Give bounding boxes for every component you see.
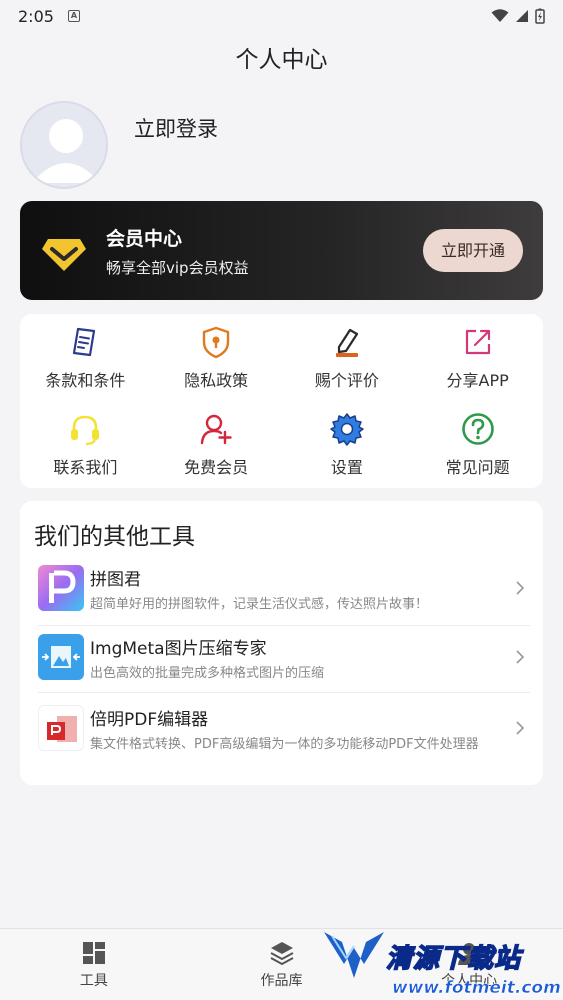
vip-card[interactable]: 会员中心 畅享全部vip会员权益 立即开通 bbox=[20, 201, 543, 300]
page-title: 个人中心 bbox=[235, 47, 328, 73]
function-grid: 条款和条件 隐私政策 赐个评价 分享APP 联系我们 免费会员 设置 常见问题 bbox=[20, 314, 543, 488]
grid-label-settings: 设置 bbox=[330, 457, 363, 477]
tool-item-collage[interactable]: 拼图君 超简单好用的拼图软件，记录生活仪式感，传达照片故事！ bbox=[38, 565, 530, 626]
nav-label-tools: 工具 bbox=[79, 972, 108, 989]
tool-name: 拼图君 bbox=[90, 570, 141, 590]
grid-item-privacy[interactable]: 隐私政策 bbox=[151, 314, 282, 401]
tool-desc: 出色高效的批量完成多种格式图片的压缩 bbox=[90, 666, 325, 681]
grid-item-contact[interactable]: 联系我们 bbox=[20, 401, 151, 488]
login-link[interactable]: 立即登录 bbox=[134, 113, 218, 143]
document-icon bbox=[73, 327, 96, 356]
vip-diamond-icon bbox=[42, 238, 86, 271]
chevron-right-icon bbox=[510, 565, 530, 611]
headset-icon bbox=[71, 415, 100, 445]
grid-tools-icon bbox=[82, 941, 105, 964]
tool-name: ImgMeta图片压缩专家 bbox=[90, 639, 267, 659]
question-icon bbox=[461, 412, 494, 445]
status-icons bbox=[491, 8, 545, 24]
grid-label-terms: 条款和条件 bbox=[45, 370, 126, 390]
pdf-editor-app-icon bbox=[38, 705, 84, 751]
image-compress-app-icon bbox=[38, 634, 84, 680]
status-bar: 2:05 A bbox=[0, 0, 563, 32]
avatar[interactable] bbox=[20, 101, 108, 189]
grid-item-faq[interactable]: 常见问题 bbox=[412, 401, 543, 488]
grid-item-rate[interactable]: 赐个评价 bbox=[282, 314, 413, 401]
layers-icon bbox=[270, 941, 293, 965]
chevron-right-icon bbox=[510, 634, 530, 680]
bottom-nav: 工具 作品库 个人中心 bbox=[0, 928, 563, 1000]
grid-label-rate: 赐个评价 bbox=[314, 370, 379, 390]
gear-icon bbox=[330, 412, 364, 446]
grid-label-share: 分享APP bbox=[446, 370, 509, 390]
nav-item-profile[interactable]: 个人中心 bbox=[375, 929, 563, 1000]
chevron-right-icon bbox=[510, 705, 530, 751]
grid-label-privacy: 隐私政策 bbox=[184, 370, 249, 390]
other-tools-card: 我们的其他工具 拼图君 超简单好用的拼图软件，记录生活仪式感，传达照片故事！ I… bbox=[20, 501, 543, 785]
signal-icon bbox=[516, 10, 528, 22]
tool-desc: 集文件格式转换、PDF高级编辑为一体的多功能移动PDF文件处理器 bbox=[90, 737, 479, 752]
vip-open-button[interactable]: 立即开通 bbox=[423, 229, 523, 272]
battery-icon bbox=[535, 8, 545, 24]
grid-item-free-vip[interactable]: 免费会员 bbox=[151, 401, 282, 488]
grid-label-contact: 联系我们 bbox=[53, 457, 118, 477]
grid-item-share[interactable]: 分享APP bbox=[412, 314, 543, 401]
pencil-icon bbox=[335, 328, 358, 357]
nav-item-tools[interactable]: 工具 bbox=[0, 929, 188, 1000]
tool-item-pdf-editor[interactable]: 倍明PDF编辑器 集文件格式转换、PDF高级编辑为一体的多功能移动PDF文件处理… bbox=[38, 705, 530, 775]
grid-label-free-vip: 免费会员 bbox=[184, 457, 249, 477]
grid-item-settings[interactable]: 设置 bbox=[282, 401, 413, 488]
user-add-icon bbox=[200, 414, 232, 444]
vip-subtitle: 畅享全部vip会员权益 bbox=[106, 258, 249, 277]
wifi-icon bbox=[491, 9, 509, 22]
share-out-icon bbox=[465, 329, 490, 354]
notification-a-icon: A bbox=[67, 10, 80, 22]
user-icon bbox=[458, 942, 481, 965]
grid-item-terms[interactable]: 条款和条件 bbox=[20, 314, 151, 401]
user-placeholder-icon bbox=[32, 119, 100, 183]
nav-label-works: 作品库 bbox=[260, 972, 303, 989]
tool-desc: 超简单好用的拼图软件，记录生活仪式感，传达照片故事！ bbox=[90, 597, 429, 612]
vip-title: 会员中心 bbox=[106, 227, 183, 250]
grid-label-faq: 常见问题 bbox=[445, 457, 510, 477]
tool-item-imgmeta[interactable]: ImgMeta图片压缩专家 出色高效的批量完成多种格式图片的压缩 bbox=[38, 634, 530, 693]
tool-name: 倍明PDF编辑器 bbox=[90, 710, 209, 730]
nav-label-profile: 个人中心 bbox=[441, 972, 498, 989]
shield-lock-icon bbox=[202, 326, 230, 358]
nav-item-works[interactable]: 作品库 bbox=[188, 929, 376, 1000]
status-time: 2:05 bbox=[18, 6, 54, 26]
collage-app-icon bbox=[38, 565, 84, 611]
other-tools-title: 我们的其他工具 bbox=[34, 524, 195, 550]
